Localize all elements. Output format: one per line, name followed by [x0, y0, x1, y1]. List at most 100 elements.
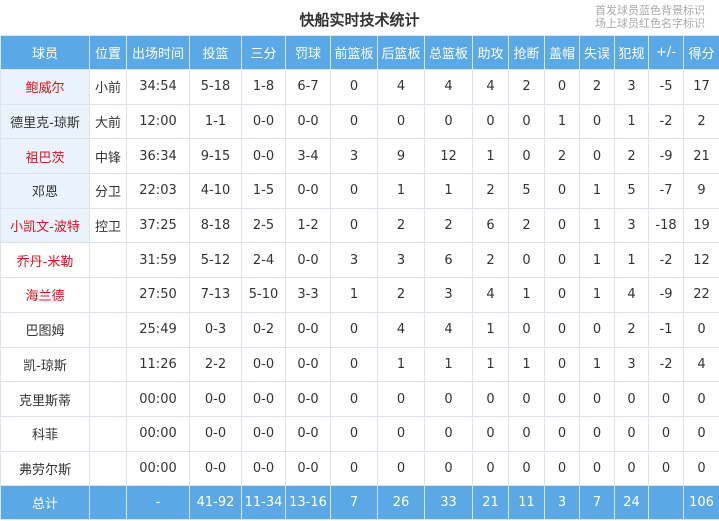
- totals-row: 总计 -41-92 11-34 13-16 7 26 33 21 11 3 7 24 106: [0, 485, 719, 521]
- stat-cell: 0: [683, 381, 719, 417]
- stats-table: 球员 位置 出场时间 投篮 三分 罚球 前篮板 后篮板 总篮板 助攻 抢断 盖帽 失误 犯规 +/- 得分 鲍…: [0, 35, 719, 521]
- stat-cell: 0: [614, 381, 649, 417]
- column-header: 失误: [579, 35, 615, 70]
- stat-cell: 0-0: [285, 346, 331, 383]
- stat-cell: 0: [579, 415, 615, 452]
- stat-cell: 1: [377, 173, 425, 209]
- stat-cell: 00:00: [126, 415, 190, 452]
- player-name: 弗劳尔斯: [0, 450, 90, 487]
- table-row[interactable]: 乔丹-米勒 31:59 5-12 2-4 0-0 3 3 6 2 0 0 1 1 -2 12: [0, 242, 719, 279]
- stat-cell: 大前: [89, 103, 127, 140]
- stat-cell: [89, 381, 127, 417]
- stat-cell: -5: [648, 69, 684, 105]
- stat-cell: 0: [330, 450, 378, 487]
- stat-cell: 4: [424, 311, 473, 348]
- stat-cell: 0: [377, 103, 425, 140]
- stat-cell: 6-7: [285, 69, 331, 105]
- stat-cell: 6: [472, 207, 509, 244]
- stat-cell: 3: [330, 242, 378, 279]
- stat-cell: 8-18: [189, 207, 242, 244]
- stat-cell: 0-0: [189, 415, 242, 452]
- stat-cell: 0: [424, 103, 473, 140]
- stat-cell: 0-0: [241, 415, 286, 452]
- stat-cell: 0-0: [241, 381, 286, 417]
- stat-cell: 1-8: [241, 69, 286, 105]
- stat-cell: 0: [508, 138, 545, 175]
- stat-cell: 1: [508, 277, 545, 313]
- stat-cell: 0: [544, 346, 580, 383]
- player-name: 德里克-琼斯: [0, 103, 90, 140]
- stat-cell: 0: [544, 242, 580, 279]
- stat-cell: 9-15: [189, 138, 242, 175]
- stat-cell: 2: [472, 173, 509, 209]
- totals-cell: [89, 485, 127, 521]
- table-row[interactable]: 小凯文-波特 控卫 37:25 8-18 2-5 1-2 0 2 2 6 2 0 1 3 -18 19: [0, 207, 719, 244]
- table-row[interactable]: 邓恩 分卫 22:03 4-10 1-5 0-0 0 1 1 2 5 0 1 5 -7 9: [0, 173, 719, 209]
- table-row[interactable]: 海兰德 27:50 7-13 5-10 3-3 1 2 3 4 1 0 1 4 -9 22: [0, 277, 719, 313]
- stat-cell: 37:25: [126, 207, 190, 244]
- stat-cell: 0: [472, 415, 509, 452]
- table-row[interactable]: 弗劳尔斯 00:00 0-0 0-0 0-0 0 0 0 0 0 0 0 0 0 0: [0, 450, 719, 487]
- stat-cell: [89, 450, 127, 487]
- stat-cell: 0: [424, 450, 473, 487]
- table-row[interactable]: 巴图姆 25:49 0-3 0-2 0-0 0 4 4 1 0 0 0 2 -1 0: [0, 311, 719, 348]
- stat-cell: 0-0: [241, 138, 286, 175]
- stat-cell: 5-10: [241, 277, 286, 313]
- stat-cell: 小前: [89, 69, 127, 105]
- totals-cell: 13-16: [285, 485, 331, 521]
- stat-cell: 0: [579, 381, 615, 417]
- stat-cell: 4: [614, 277, 649, 313]
- stat-cell: 3: [377, 242, 425, 279]
- stat-cell: 1: [424, 173, 473, 209]
- table-row[interactable]: 鲍威尔 小前 34:54 5-18 1-8 6-7 0 4 4 4 2 0 2 3 -5 17: [0, 69, 719, 105]
- stat-cell: 12:00: [126, 103, 190, 140]
- stat-cell: 6: [424, 242, 473, 279]
- table-row[interactable]: 克里斯蒂 00:00 0-0 0-0 0-0 0 0 0 0 0 0 0 0 0 0: [0, 381, 719, 417]
- stat-cell: 2-4: [241, 242, 286, 279]
- stat-cell: 2: [683, 103, 719, 140]
- table-row[interactable]: 科菲 00:00 0-0 0-0 0-0 0 0 0 0 0 0 0 0 0 0: [0, 415, 719, 452]
- stat-cell: 3: [614, 69, 649, 105]
- totals-cell: 33: [424, 485, 473, 521]
- table-row[interactable]: 德里克-琼斯 大前 12:00 1-1 0-0 0-0 0 0 0 0 0 1 0 1 -2 2: [0, 103, 719, 140]
- stat-cell: 0: [648, 415, 684, 452]
- stat-cell: 0: [544, 277, 580, 313]
- stat-cell: 0-0: [241, 346, 286, 383]
- stat-cell: 00:00: [126, 381, 190, 417]
- stat-cell: 1: [544, 103, 580, 140]
- player-name: 凯-琼斯: [0, 346, 90, 383]
- stat-cell: 0: [648, 381, 684, 417]
- stat-cell: 5: [508, 173, 545, 209]
- stat-cell: 2: [424, 207, 473, 244]
- stat-cell: 1: [330, 277, 378, 313]
- stat-cell: 0: [472, 381, 509, 417]
- player-name: 乔丹-米勒: [0, 242, 90, 279]
- stat-cell: 4-10: [189, 173, 242, 209]
- stat-cell: 0: [508, 415, 545, 452]
- stat-cell: 0: [330, 69, 378, 105]
- stat-cell: 11:26: [126, 346, 190, 383]
- totals-cell: 24: [614, 485, 649, 521]
- stat-cell: 4: [377, 69, 425, 105]
- stat-cell: 1: [579, 207, 615, 244]
- stat-cell: 0: [579, 450, 615, 487]
- stat-cell: 3: [330, 138, 378, 175]
- table-row[interactable]: 祖巴茨 中锋 36:34 9-15 0-0 3-4 3 9 12 1 0 2 0 2 -9 21: [0, 138, 719, 175]
- stat-cell: [89, 346, 127, 383]
- stat-cell: -7: [648, 173, 684, 209]
- stat-cell: 0: [544, 173, 580, 209]
- stat-cell: 1: [377, 346, 425, 383]
- stat-cell: 1: [472, 138, 509, 175]
- stat-cell: 00:00: [126, 450, 190, 487]
- stat-cell: 0: [330, 311, 378, 348]
- table-row[interactable]: 凯-琼斯 11:26 2-2 0-0 0-0 0 1 1 1 1 0 1 3 -2 4: [0, 346, 719, 383]
- stat-cell: 9: [377, 138, 425, 175]
- column-header: 得分: [683, 35, 719, 70]
- column-header: 罚球: [285, 35, 331, 70]
- column-header: 抢断: [508, 35, 545, 70]
- stat-cell: 0: [377, 415, 425, 452]
- stat-cell: 0: [424, 415, 473, 452]
- column-header: 投篮: [189, 35, 242, 70]
- stat-cell: 1: [579, 346, 615, 383]
- stat-cell: 0: [472, 450, 509, 487]
